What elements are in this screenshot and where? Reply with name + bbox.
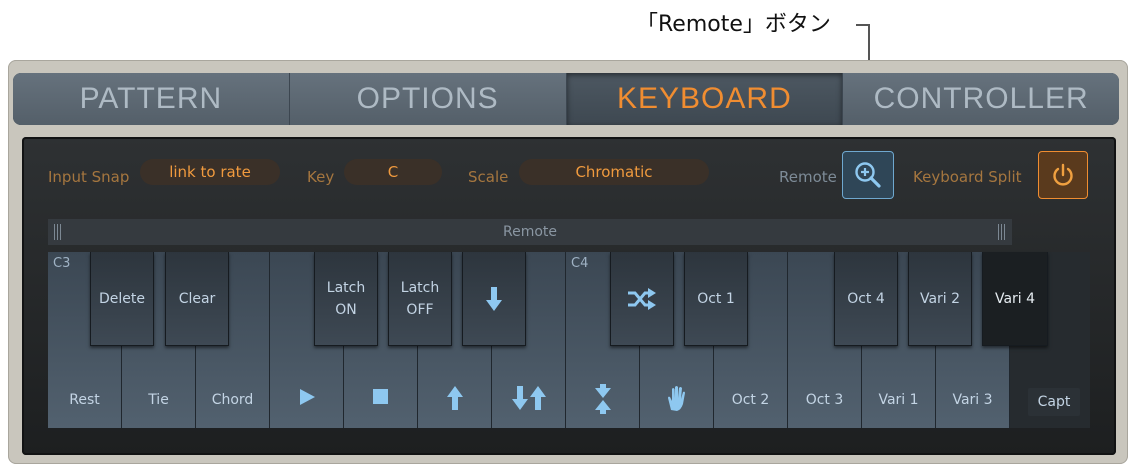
key-latch-off[interactable]: Latch OFF	[388, 252, 452, 346]
key-label: Oct 2	[731, 392, 770, 408]
key-vari-4[interactable]: Vari 4	[982, 252, 1048, 346]
octave-label-c3: C3	[53, 256, 71, 271]
stop-icon	[373, 389, 388, 404]
play-icon	[300, 389, 315, 405]
input-snap-select[interactable]: link to rate	[140, 159, 280, 185]
shuffle-icon	[628, 287, 656, 310]
tab-bar: PATTERN OPTIONS KEYBOARD CONTROLLER	[13, 73, 1119, 125]
plugin-panel: PATTERN OPTIONS KEYBOARD CONTROLLER Inpu…	[8, 60, 1128, 464]
scale-select[interactable]: Chromatic	[519, 159, 709, 185]
arrows-converge-icon	[595, 384, 611, 414]
arrow-up-icon	[447, 386, 463, 410]
keyboard-split-button[interactable]	[1038, 151, 1088, 199]
right-range-handle[interactable]	[998, 224, 1006, 240]
zoom-plus-icon	[855, 162, 881, 188]
arrows-down-up-icon	[512, 386, 546, 410]
key-label: Vari 1	[878, 392, 919, 408]
key-arrow-down[interactable]	[462, 252, 526, 346]
key-shuffle[interactable]	[610, 252, 674, 346]
key-oct-4[interactable]: Oct 4	[834, 252, 898, 346]
keyboard-split-label: Keyboard Split	[913, 168, 1022, 186]
key-select[interactable]: C	[344, 159, 442, 185]
arrow-down-icon	[486, 286, 502, 311]
key-label: Rest	[69, 392, 100, 408]
key-delete[interactable]: Delete	[90, 252, 154, 346]
tab-options[interactable]: OPTIONS	[289, 73, 567, 125]
scale-label: Scale	[468, 168, 509, 186]
key-label: Vari 3	[952, 392, 993, 408]
tab-keyboard[interactable]: KEYBOARD	[566, 73, 844, 125]
key-latch-on[interactable]: Latch ON	[314, 252, 378, 346]
key-vari-2[interactable]: Vari 2	[908, 252, 972, 346]
tab-pattern[interactable]: PATTERN	[13, 73, 290, 125]
power-icon	[1053, 163, 1073, 186]
key-label: Tie	[148, 392, 169, 408]
remote-strip-label: Remote	[502, 224, 558, 240]
latch-on-label: Latch ON	[326, 279, 366, 318]
remote-label: Remote	[779, 168, 837, 186]
remote-button[interactable]	[842, 151, 894, 199]
key-label: Key	[307, 168, 335, 186]
key-oct-1[interactable]: Oct 1	[684, 252, 748, 346]
keyboard-section: Input Snap link to rate Key C Scale Chro…	[22, 137, 1116, 455]
remote-range-strip[interactable]: Remote	[48, 219, 1012, 245]
left-range-handle[interactable]	[54, 224, 62, 240]
input-snap-label: Input Snap	[48, 168, 130, 186]
key-clear[interactable]: Clear	[165, 252, 229, 346]
hand-icon	[668, 386, 685, 411]
tab-controller[interactable]: CONTROLLER	[843, 73, 1119, 125]
octave-label-c4: C4	[571, 256, 589, 271]
callout-label: 「Remote」ボタン	[636, 12, 831, 37]
latch-off-label: Latch OFF	[400, 279, 440, 318]
key-label: Chord	[211, 392, 254, 408]
key-label: Oct 3	[805, 392, 844, 408]
command-keyboard: C3 Rest Tie Chord C4 Oct 2 Oct 3 Vari 1 …	[48, 252, 1090, 428]
capture-button[interactable]: Capt	[1028, 388, 1080, 416]
